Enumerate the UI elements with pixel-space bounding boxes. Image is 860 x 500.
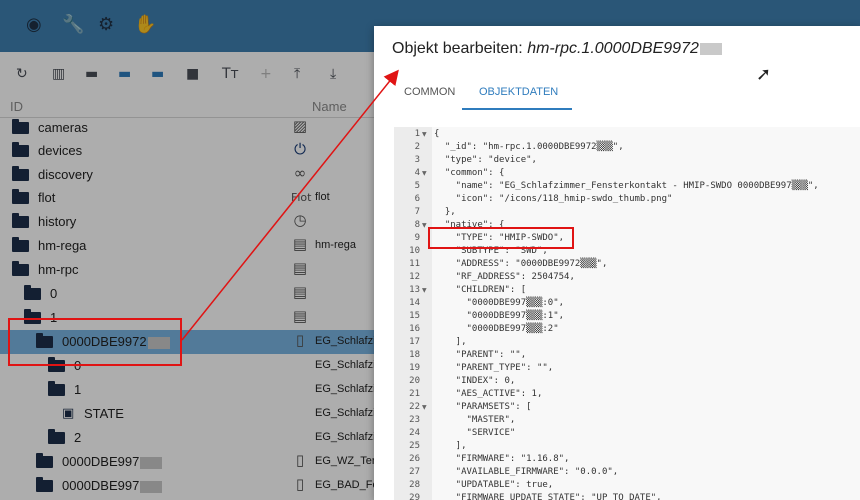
annotation-arrow [181, 69, 399, 341]
